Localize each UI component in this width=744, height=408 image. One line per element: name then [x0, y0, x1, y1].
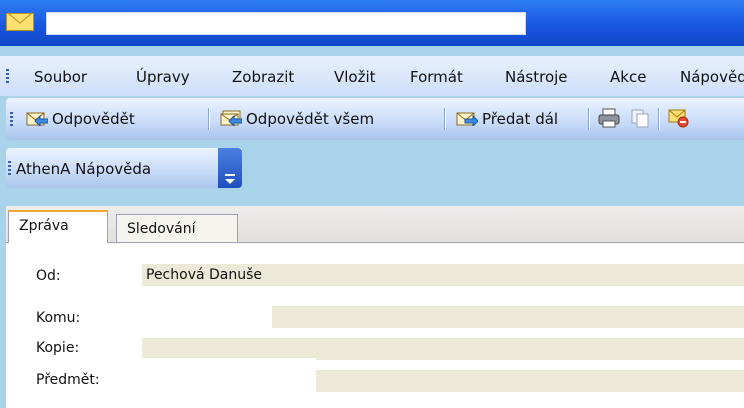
toolbar-separator: [658, 108, 660, 130]
tab-strip: Zpráva Sledování: [6, 206, 744, 243]
delete-message-icon[interactable]: [668, 108, 690, 128]
outlook-message-window: Soubor Úpravy Zobrazit Vložit Formát Nás…: [0, 0, 744, 408]
menu-nastroje[interactable]: Nástroje: [505, 68, 568, 86]
menu-grip-handle[interactable]: [6, 69, 9, 83]
reply-all-button[interactable]: Odpovědět všem: [218, 98, 444, 140]
print-icon[interactable]: [598, 108, 620, 128]
reply-button[interactable]: Odpovědět: [24, 98, 208, 140]
menu-vlozit[interactable]: Vložit: [334, 68, 376, 86]
subject-label: Předmět:: [36, 372, 100, 388]
from-value: Pechová Danuše: [146, 267, 263, 283]
menu-format[interactable]: Formát: [410, 68, 463, 86]
menu-zobrazit[interactable]: Zobrazit: [232, 68, 294, 86]
copy-icon[interactable]: [630, 108, 650, 128]
to-label: Komu:: [36, 310, 81, 326]
menu-soubor[interactable]: Soubor: [34, 68, 87, 86]
from-label: Od:: [36, 268, 61, 284]
toolbar-separator: [208, 108, 210, 130]
redacted-subject: [142, 358, 316, 408]
menu-akce[interactable]: Akce: [610, 68, 646, 86]
cc-label: Kopie:: [36, 340, 80, 356]
tab-zprava[interactable]: Zpráva: [8, 210, 108, 243]
from-field[interactable]: Pechová Danuše: [142, 264, 744, 286]
envelope-icon: [6, 13, 34, 31]
reply-all-label: Odpovědět všem: [246, 110, 375, 128]
forward-button[interactable]: Předat dál: [454, 98, 586, 140]
chevron-down-icon: [225, 174, 235, 184]
cc-field[interactable]: [142, 338, 744, 360]
toolbar-options-chevron[interactable]: [218, 148, 242, 188]
reply-label: Odpovědět: [52, 110, 135, 128]
athena-grip-handle[interactable]: [8, 161, 11, 175]
forward-label: Předat dál: [482, 110, 559, 128]
forward-icon: [456, 112, 478, 126]
reply-all-icon: [220, 110, 242, 126]
toolbar-separator: [444, 108, 446, 130]
toolbar-separator: [588, 108, 590, 130]
menu-upravy[interactable]: Úpravy: [136, 68, 190, 86]
standard-toolbar: Odpovědět Odpovědět všem Předat dál: [6, 98, 744, 140]
athena-help-button[interactable]: AthenA Nápověda: [16, 160, 151, 178]
message-header-pane: Zpráva Sledování Od: Pechová Danuše Komu…: [6, 206, 744, 408]
menu-bar: Soubor Úpravy Zobrazit Vložit Formát Nás…: [0, 56, 744, 96]
toolbar-grip-handle[interactable]: [10, 112, 13, 126]
redacted-recipient: [142, 294, 272, 332]
window-title: [46, 12, 526, 35]
menu-napoveda[interactable]: Nápověda: [680, 68, 744, 86]
athena-toolbar: AthenA Nápověda: [6, 148, 242, 188]
reply-icon: [26, 112, 48, 126]
title-bar[interactable]: [0, 0, 744, 46]
tab-sledovani[interactable]: Sledování: [116, 214, 238, 242]
